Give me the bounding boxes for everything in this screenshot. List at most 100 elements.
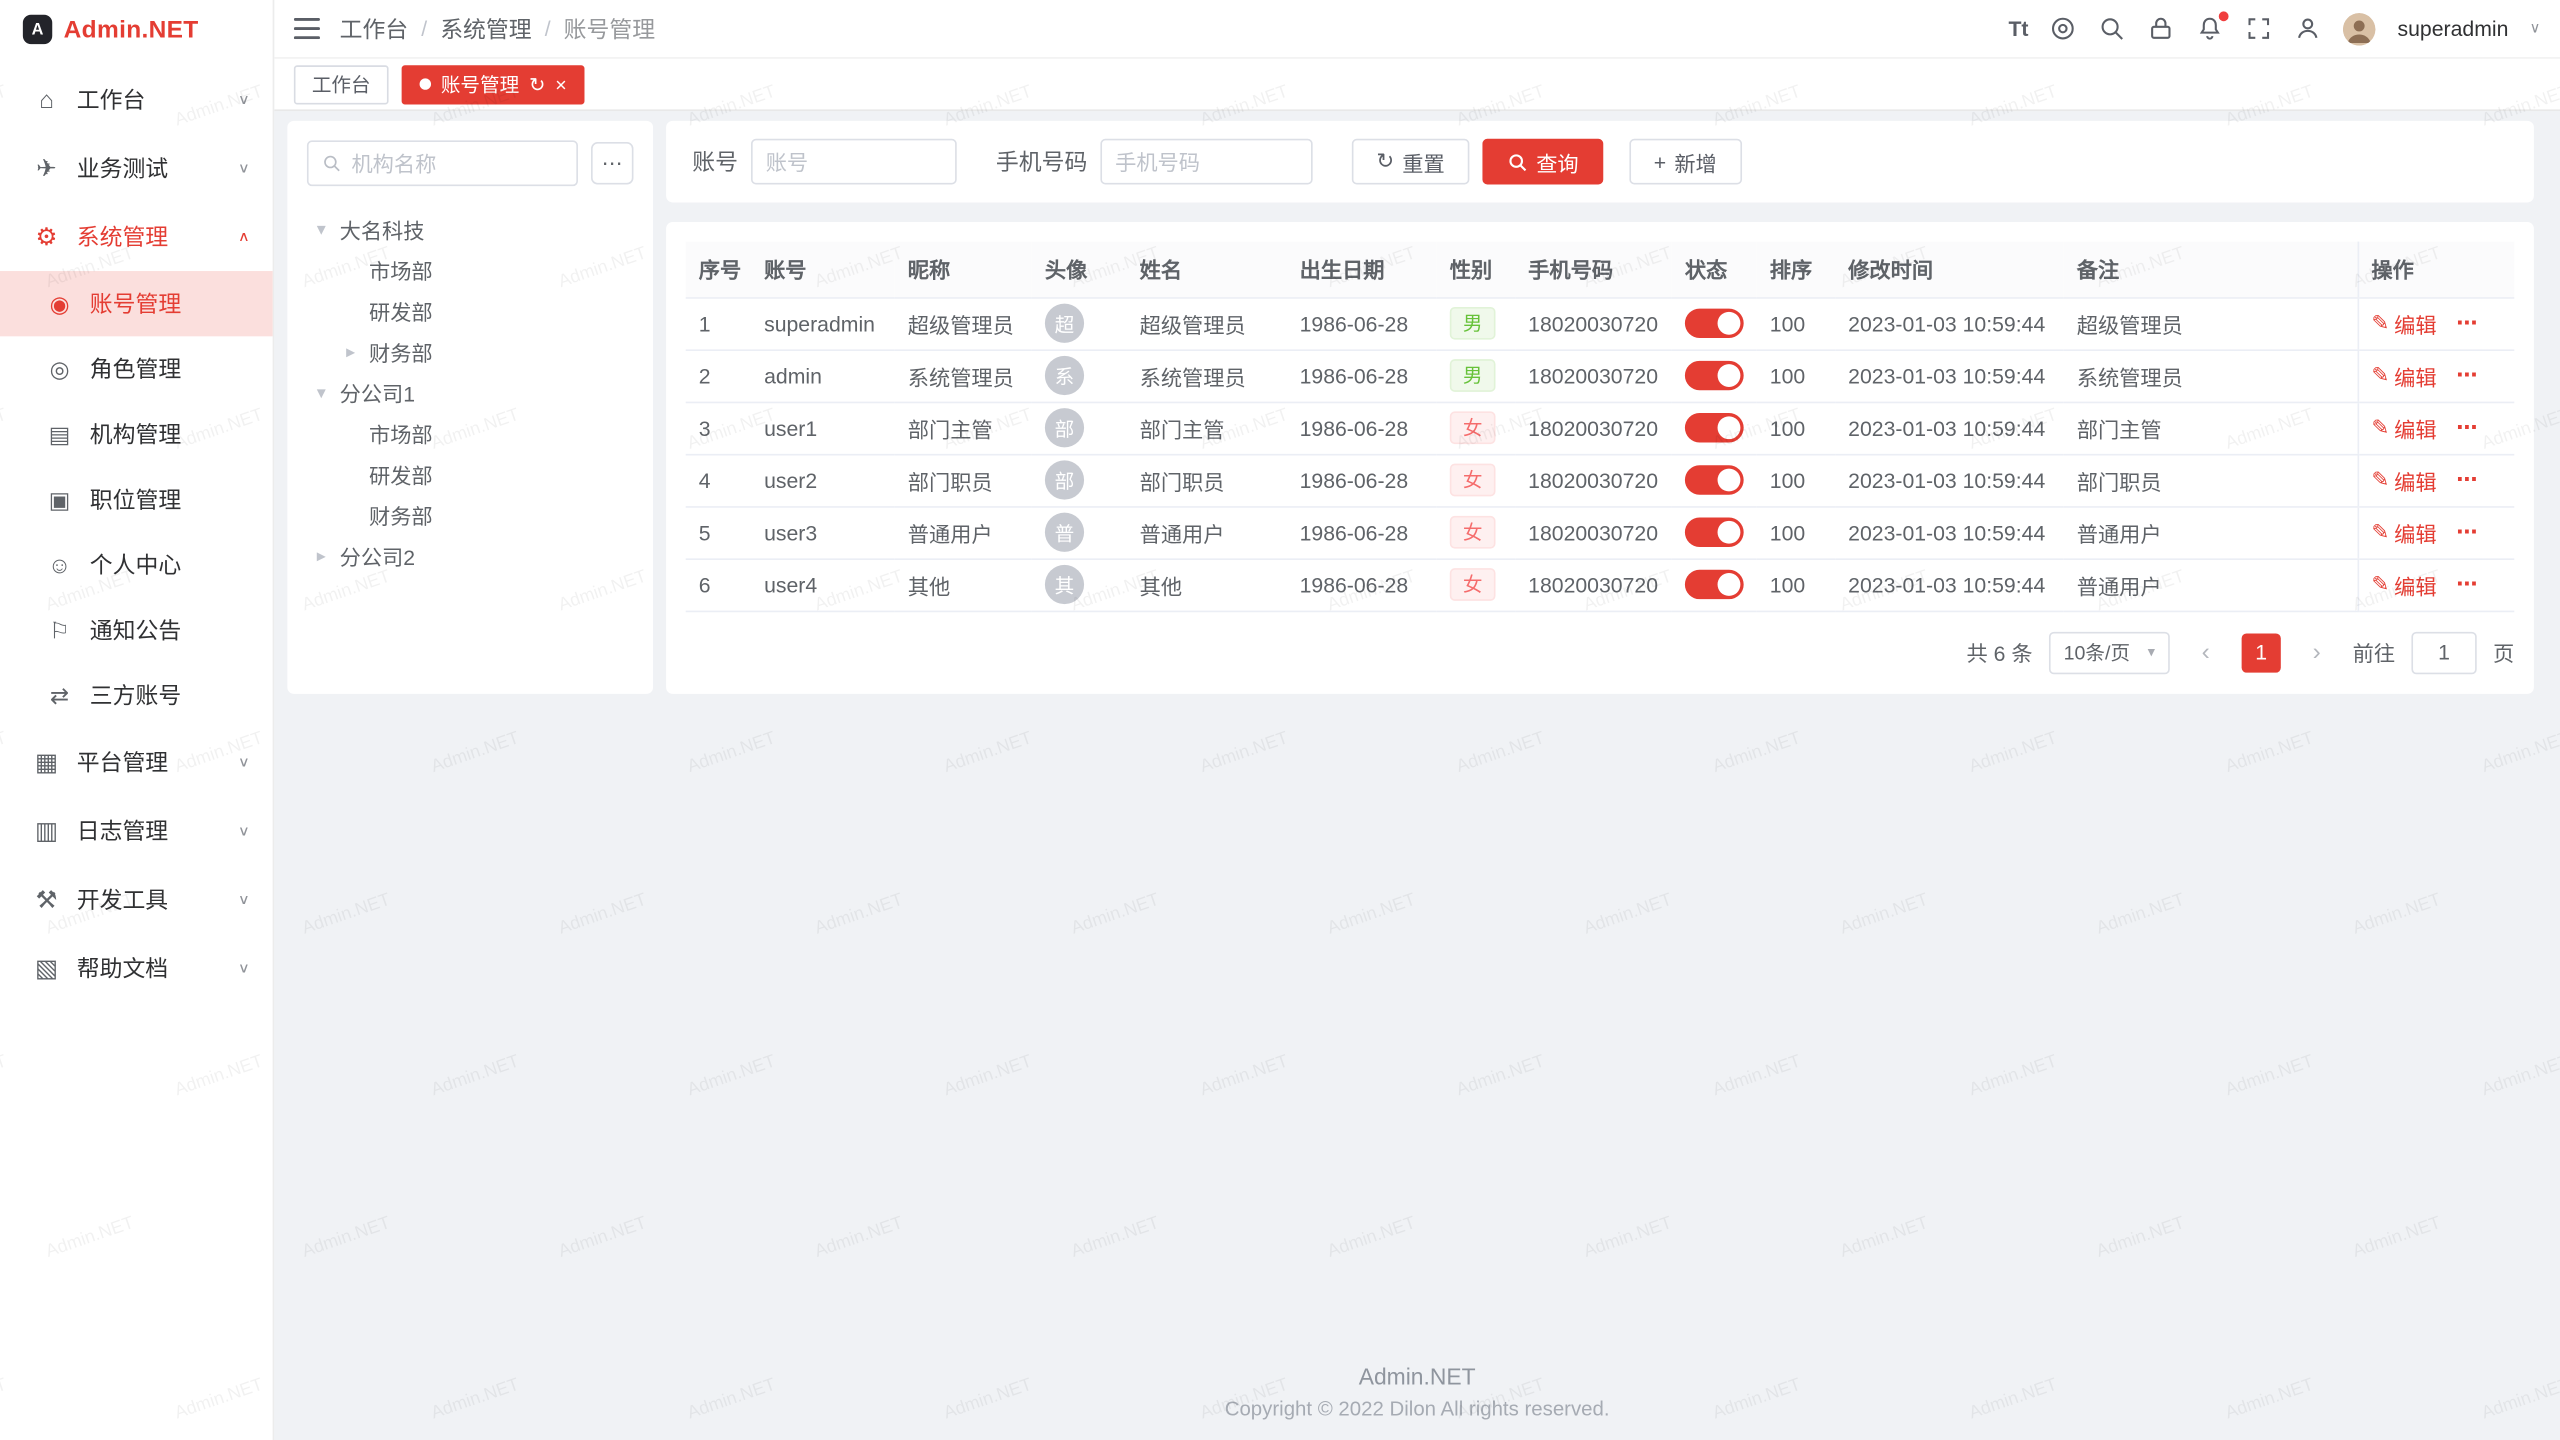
- prev-page-button[interactable]: ‹: [2186, 633, 2225, 672]
- account-label: 账号: [692, 145, 738, 178]
- username[interactable]: superadmin: [2397, 16, 2508, 40]
- cell-birth-date: 1986-06-28: [1287, 349, 1437, 401]
- tree-node[interactable]: ▸分公司2: [307, 536, 634, 577]
- tree-node[interactable]: 研发部: [307, 454, 634, 495]
- current-page-button[interactable]: 1: [2242, 633, 2281, 672]
- sidebar-item-platform-management[interactable]: ▦平台管理∨: [0, 728, 273, 797]
- tab-refresh-icon[interactable]: ↻: [529, 73, 545, 96]
- goto-page-input[interactable]: [2411, 631, 2476, 673]
- sidebar-item-third-party-account[interactable]: ⇄三方账号: [0, 663, 273, 728]
- org-search-bar: ⋯: [307, 140, 634, 186]
- notification-bell-icon[interactable]: [2197, 15, 2225, 43]
- cell-phone: 18020030720: [1515, 454, 1672, 506]
- hamburger-menu-icon[interactable]: [294, 18, 320, 39]
- tree-node[interactable]: ▾分公司1: [307, 372, 634, 413]
- sidebar-item-help-docs[interactable]: ▧帮助文档∨: [0, 934, 273, 1003]
- more-actions-button[interactable]: ⋯: [2456, 519, 2477, 543]
- plus-icon: +: [1654, 149, 1666, 173]
- user-avatar[interactable]: [2344, 12, 2377, 45]
- caret-expanded-icon[interactable]: ▾: [317, 382, 340, 403]
- cell-account: admin: [751, 349, 895, 401]
- component-size-icon[interactable]: [2050, 15, 2078, 43]
- sidebar-item-org-management[interactable]: ▤机构管理: [0, 402, 273, 467]
- more-actions-button[interactable]: ⋯: [2456, 571, 2477, 595]
- avatar: 系: [1045, 356, 1084, 395]
- tab-bar: 工作台账号管理↻×: [274, 59, 2560, 111]
- tab-account-management[interactable]: 账号管理↻×: [402, 64, 585, 103]
- sidebar-item-personal-center[interactable]: ☺个人中心: [0, 532, 273, 597]
- search-icon[interactable]: [2099, 15, 2127, 43]
- sidebar-item-account-management[interactable]: ◉账号管理: [0, 271, 273, 336]
- org-search-field[interactable]: [307, 140, 578, 186]
- lock-screen-icon[interactable]: [2148, 15, 2176, 43]
- sidebar-item-role-management[interactable]: ◎角色管理: [0, 336, 273, 401]
- status-toggle[interactable]: [1685, 309, 1744, 338]
- tab-close-icon[interactable]: ×: [555, 73, 566, 96]
- more-actions-button[interactable]: ⋯: [2456, 362, 2477, 386]
- status-toggle[interactable]: [1685, 518, 1744, 547]
- tree-node[interactable]: ▾大名科技: [307, 209, 634, 250]
- sidebar-item-log-management[interactable]: ▥日志管理∨: [0, 797, 273, 866]
- font-size-icon[interactable]: Tt: [2008, 16, 2028, 40]
- sidebar: A Admin.NET ⌂工作台∨✈业务测试∨⚙系统管理∧◉账号管理◎角色管理▤…: [0, 0, 274, 1440]
- more-options-button[interactable]: ⋯: [591, 142, 633, 184]
- layout-settings-user-icon[interactable]: [2295, 15, 2323, 43]
- caret-collapsed-icon[interactable]: ▸: [317, 545, 340, 566]
- sidebar-item-dev-tools[interactable]: ⚒开发工具∨: [0, 865, 273, 934]
- breadcrumb-item[interactable]: 工作台: [340, 12, 409, 45]
- pagination-total: 共 6 条: [1967, 637, 2033, 668]
- sidebar-item-label: 角色管理: [90, 353, 250, 386]
- reset-button[interactable]: ↻ 重置: [1352, 139, 1469, 185]
- org-name-input[interactable]: [351, 151, 563, 175]
- sidebar-item-notice-announcement[interactable]: ⚐通知公告: [0, 598, 273, 663]
- edit-button[interactable]: ✎编辑: [2371, 569, 2436, 600]
- search-button[interactable]: 查询: [1482, 139, 1603, 185]
- tree-node[interactable]: 市场部: [307, 413, 634, 454]
- caret-collapsed-icon[interactable]: ▸: [346, 341, 369, 362]
- status-toggle[interactable]: [1685, 361, 1744, 390]
- status-toggle[interactable]: [1685, 413, 1744, 442]
- column-header: 出生日期: [1287, 242, 1437, 298]
- page-size-select[interactable]: 10条/页 ▾: [2049, 631, 2170, 673]
- cell-birth-date: 1986-06-28: [1287, 558, 1437, 610]
- edit-label: 编辑: [2394, 360, 2436, 391]
- fullscreen-icon[interactable]: [2246, 15, 2274, 43]
- next-page-button[interactable]: ›: [2297, 633, 2336, 672]
- bell-icon: ⚐: [46, 616, 74, 644]
- edit-button[interactable]: ✎编辑: [2371, 517, 2436, 548]
- status-toggle[interactable]: [1685, 465, 1744, 494]
- sidebar-item-business-test[interactable]: ✈业务测试∨: [0, 134, 273, 203]
- phone-input[interactable]: [1100, 139, 1312, 185]
- tab-workbench[interactable]: 工作台: [294, 64, 389, 103]
- edit-button[interactable]: ✎编辑: [2371, 308, 2436, 339]
- more-actions-button[interactable]: ⋯: [2456, 415, 2477, 439]
- sidebar-item-position-management[interactable]: ▣职位管理: [0, 467, 273, 532]
- breadcrumb-item[interactable]: 账号管理: [564, 12, 655, 45]
- add-button[interactable]: + 新增: [1629, 139, 1741, 185]
- cell-status: [1672, 402, 1757, 454]
- gender-badge: 女: [1450, 568, 1496, 601]
- sidebar-item-workbench[interactable]: ⌂工作台∨: [0, 65, 273, 134]
- edit-button[interactable]: ✎编辑: [2371, 360, 2436, 391]
- edit-icon: ✎: [2371, 362, 2389, 388]
- more-actions-button[interactable]: ⋯: [2456, 310, 2477, 334]
- tree-node[interactable]: ▸财务部: [307, 331, 634, 372]
- more-actions-button[interactable]: ⋯: [2456, 467, 2477, 491]
- edit-label: 编辑: [2394, 412, 2436, 443]
- breadcrumb-item[interactable]: 系统管理: [440, 12, 531, 45]
- status-toggle[interactable]: [1685, 570, 1744, 599]
- edit-button[interactable]: ✎编辑: [2371, 464, 2436, 495]
- account-input[interactable]: [751, 139, 957, 185]
- tree-node[interactable]: 财务部: [307, 495, 634, 536]
- tree-node[interactable]: 市场部: [307, 250, 634, 291]
- log-icon: ▥: [33, 816, 61, 845]
- chevron-down-icon[interactable]: ∨: [2530, 20, 2541, 38]
- sidebar-item-system-management[interactable]: ⚙系统管理∧: [0, 202, 273, 271]
- app-logo[interactable]: A Admin.NET: [0, 0, 273, 59]
- tree-node[interactable]: 研发部: [307, 291, 634, 332]
- tree-node-label: 财务部: [369, 500, 433, 531]
- add-label: 新增: [1674, 146, 1716, 177]
- caret-expanded-icon[interactable]: ▾: [317, 219, 340, 240]
- edit-button[interactable]: ✎编辑: [2371, 412, 2436, 443]
- cell-modified-time: 2023-01-03 10:59:44: [1835, 402, 2064, 454]
